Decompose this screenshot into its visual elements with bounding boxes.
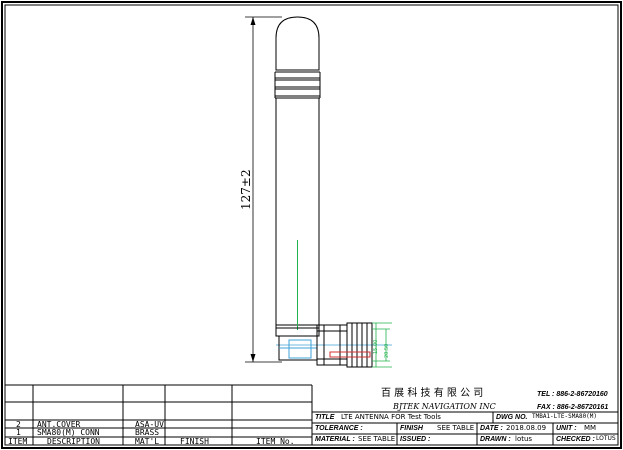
material-label: MATERIAL : xyxy=(315,436,355,443)
length-dimension-label: 127±2 xyxy=(239,169,253,210)
engineering-drawing xyxy=(1,1,622,449)
inner-border xyxy=(4,4,619,446)
finish-label: FINISH xyxy=(400,425,423,432)
telephone: TEL : 886-2-86720160 xyxy=(537,391,608,398)
dwg-label: DWG NO. xyxy=(496,414,528,421)
bom-header-material: MAT'L xyxy=(135,437,160,446)
bom-header-item: ITEM xyxy=(8,437,28,446)
company-name-en: BJTEK NAVIGATION INC xyxy=(393,402,496,411)
bom-header-finish: FINISH xyxy=(180,437,209,446)
bom-header-item-no: ITEM No. xyxy=(256,437,295,446)
unit-label: UNIT : xyxy=(556,425,577,432)
drawn-value: lotus xyxy=(515,435,533,443)
tolerance-label: TOLERANCE : xyxy=(315,425,363,432)
connector-dimension-label-outer: 20.50 xyxy=(384,343,390,358)
bom-header-description: DESCRIPTION xyxy=(47,437,100,446)
date-value: 2018.08.09 xyxy=(506,424,547,432)
material-value: SEE TABLE xyxy=(358,435,396,443)
fax: FAX : 886-2-86720161 xyxy=(537,404,609,411)
checked-label: CHECKED : xyxy=(556,436,595,443)
bom-row-1-material: BRASS xyxy=(135,428,160,437)
date-label: DATE : xyxy=(480,425,503,432)
title-label: TITLE xyxy=(315,414,335,421)
connector-dimension-label-inner: 15.00 xyxy=(373,339,379,354)
checked-value: LOTUS xyxy=(596,435,616,442)
drawn-label: DRAWN : xyxy=(480,436,511,443)
bom-row-1-item: 1 xyxy=(16,428,21,437)
title-value: LTE ANTENNA FOR Test Tools xyxy=(341,413,441,421)
unit-value: MM xyxy=(584,424,597,432)
outer-border xyxy=(1,1,622,449)
bom-row-1-description: SMA80(M) CONN xyxy=(37,428,100,437)
company-name-cn: 百 展 科 技 有 限 公 司 xyxy=(381,388,484,399)
drawing-sheet: 127±2 20.50 15.00 2 ANT.COVER ASA-UV 1 S… xyxy=(0,0,623,450)
finish-value: SEE TABLE xyxy=(437,424,475,432)
issued-label: ISSUED : xyxy=(400,436,431,443)
dwg-value: TMBA1-LTE-SMA80(M) xyxy=(532,413,598,420)
